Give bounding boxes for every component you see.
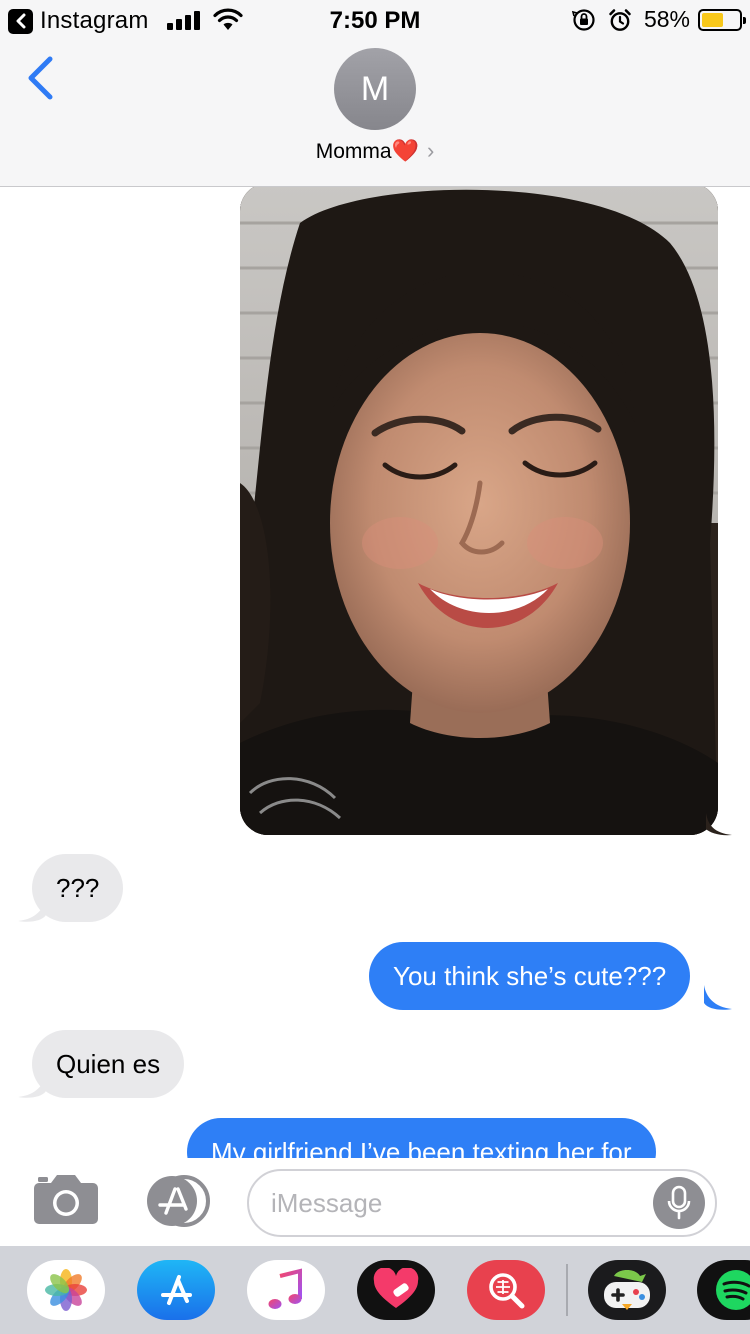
game-app-button[interactable] (588, 1260, 666, 1320)
digital-touch-icon (373, 1268, 419, 1308)
photos-app-button[interactable] (27, 1260, 105, 1320)
back-button[interactable] (18, 50, 62, 106)
app-store-drawer-button[interactable] (137, 1260, 215, 1320)
image-search-button[interactable] (467, 1260, 545, 1320)
chevron-left-icon (28, 56, 53, 100)
alarm-icon (609, 8, 631, 31)
contact-avatar[interactable]: M (334, 48, 416, 130)
contact-name-button[interactable]: Momma❤️ › (0, 138, 750, 164)
message-bubble-incoming[interactable]: Quien es (32, 1030, 185, 1098)
music-app-icon (268, 1268, 302, 1309)
microphone-icon (667, 1185, 691, 1220)
spotify-app-button[interactable] (697, 1260, 750, 1320)
battery-level (702, 12, 723, 27)
message-text: My girlfriend I’ve been texting her for (211, 1137, 632, 1158)
battery-icon (698, 8, 746, 31)
message-text: ??? (56, 873, 100, 903)
app-store-icon (161, 1275, 192, 1305)
app-store-button[interactable] (140, 1175, 212, 1227)
dictation-button[interactable] (653, 1177, 705, 1229)
game-app-icon (604, 1270, 650, 1310)
drawer-divider (566, 1264, 568, 1316)
heart-emoji: ❤️ (391, 138, 419, 163)
camera-icon (34, 1175, 98, 1224)
photo-bubble-tail (706, 813, 732, 836)
app-store-icon (147, 1175, 210, 1227)
message-input[interactable] (271, 1171, 651, 1235)
battery-percentage: 58% (643, 6, 690, 32)
imessage-field[interactable] (247, 1169, 717, 1237)
message-bubble-outgoing[interactable]: My girlfriend I’ve been texting her for (187, 1118, 656, 1158)
selfie-photo (240, 187, 718, 835)
camera-button[interactable] (33, 1173, 99, 1225)
imessage-app-drawer (0, 1246, 750, 1334)
photos-app-icon (45, 1269, 87, 1311)
spotify-icon (716, 1270, 750, 1310)
message-input-bar (0, 1158, 750, 1246)
message-text: Quien es (56, 1049, 161, 1079)
bubble-tail-incoming (18, 1073, 46, 1098)
bubble-tail-outgoing (704, 985, 732, 1010)
search-images-icon (489, 1273, 525, 1309)
chevron-right-icon: › (426, 138, 435, 163)
digital-touch-button[interactable] (357, 1260, 435, 1320)
bubble-tail-incoming (18, 897, 46, 922)
contact-name: Momma (315, 140, 392, 163)
orientation-lock-icon (571, 8, 595, 31)
message-bubble-outgoing[interactable]: You think she’s cute??? (369, 942, 691, 1010)
message-list[interactable]: ??? You think she’s cute??? Quien es My … (0, 187, 750, 1158)
photo-message[interactable] (240, 187, 718, 835)
message-text: You think she’s cute??? (393, 961, 667, 991)
music-app-button[interactable] (247, 1260, 325, 1320)
status-bar: Instagram 7:50 PM 58% (0, 0, 750, 40)
avatar-initial: M (360, 69, 390, 108)
